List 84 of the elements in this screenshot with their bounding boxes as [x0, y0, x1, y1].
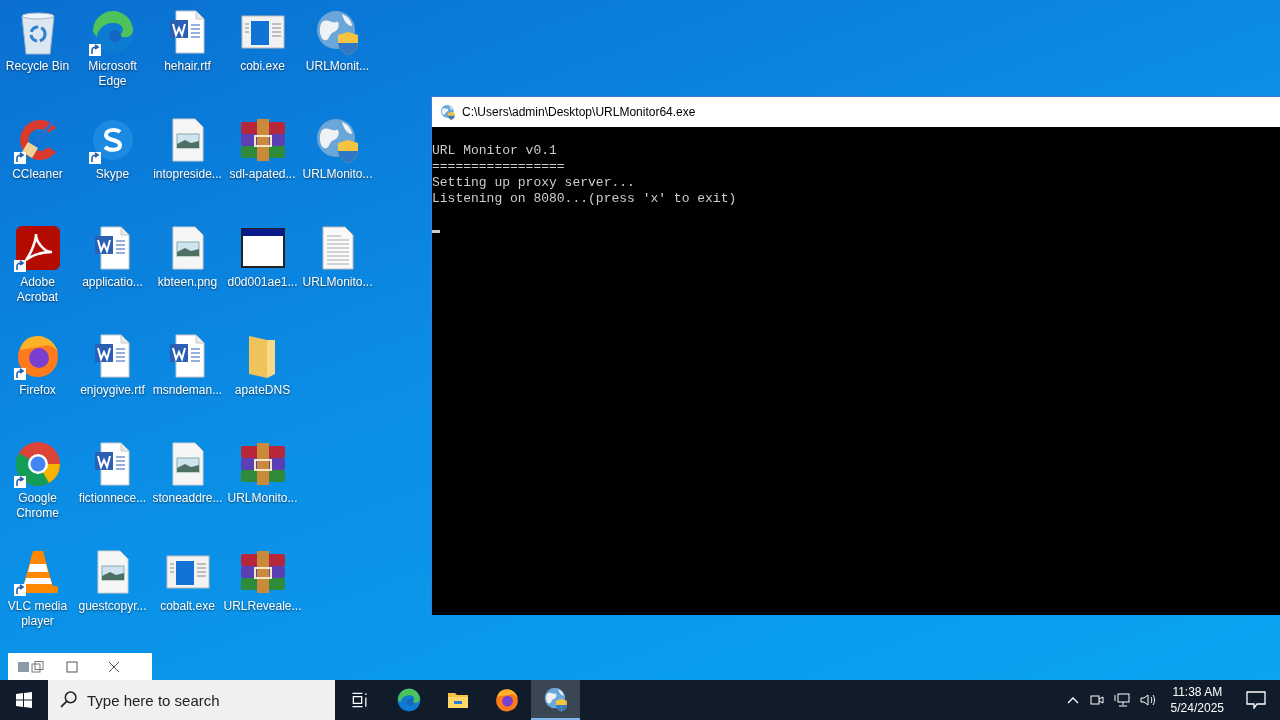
console-line: URL Monitor v0.1: [432, 143, 557, 159]
pdf-reader-icon: [13, 224, 62, 272]
search-field[interactable]: Type here to search: [48, 680, 335, 720]
window-thumbnail-icon: [18, 660, 44, 673]
icon-label: fictionnece...: [77, 491, 148, 506]
desktop-icon[interactable]: fictionnece...: [75, 434, 150, 542]
icon-label: Firefox: [18, 383, 57, 398]
firefox-icon: [493, 687, 520, 713]
desktop-icon[interactable]: cobi.exe: [225, 2, 300, 110]
desktop-icon[interactable]: sdl-apated...: [225, 110, 300, 218]
icon-label: Microsoft Edge: [87, 59, 138, 89]
clock[interactable]: 11:38 AM 5/24/2025: [1162, 684, 1232, 716]
icon-label: hehair.rtf: [163, 59, 212, 74]
console-line: =================: [432, 159, 565, 175]
icon-label: cobalt.exe: [159, 599, 216, 614]
icon-label: URLReveale...: [222, 599, 303, 614]
desktop-icon[interactable]: URLReveale...: [225, 542, 300, 650]
icon-label: guestcopyr...: [77, 599, 148, 614]
desktop-icon[interactable]: kbteen.png: [150, 218, 225, 326]
desktop-icon[interactable]: cobalt.exe: [150, 542, 225, 650]
icon-label: URLMonito...: [301, 275, 374, 290]
desktop-icon[interactable]: Google Chrome: [0, 434, 75, 542]
search-icon: [60, 691, 77, 708]
windows-logo-icon: [16, 692, 32, 708]
icon-label: stoneaddre...: [151, 491, 224, 506]
desktop-icon[interactable]: Firefox: [0, 326, 75, 434]
desktop-icon[interactable]: apateDNS: [225, 326, 300, 434]
chevron-up-icon[interactable]: [1066, 696, 1079, 704]
icon-label: URLMonito...: [301, 167, 374, 182]
notifications-icon[interactable]: [1246, 691, 1266, 709]
desktop-icon[interactable]: applicatio...: [75, 218, 150, 326]
icon-label: Google Chrome: [15, 491, 60, 521]
desktop-icon[interactable]: Microsoft Edge: [75, 2, 150, 110]
taskbar-button[interactable]: [531, 680, 580, 720]
desktop-icon[interactable]: CCleaner: [0, 110, 75, 218]
desktop-icon[interactable]: URLMonito...: [300, 218, 375, 326]
icon-label: sdl-apated...: [228, 167, 297, 182]
desktop-icon[interactable]: msndeman...: [150, 326, 225, 434]
desktop-icon[interactable]: intopreside...: [150, 110, 225, 218]
icon-label: CCleaner: [11, 167, 64, 182]
window-title: C:\Users\admin\Desktop\URLMonitor64.exe: [462, 104, 696, 121]
maximize-icon[interactable]: [66, 660, 78, 673]
icon-label: URLMonit...: [304, 59, 371, 74]
desktop-icon[interactable]: URLMonit...: [300, 2, 375, 110]
icon-label: VLC media player: [6, 599, 69, 629]
icon-label: cobi.exe: [239, 59, 286, 74]
close-icon[interactable]: [108, 660, 120, 673]
icon-label: Recycle Bin: [4, 59, 71, 74]
clock-date: 5/24/2025: [1170, 700, 1224, 716]
icon-label: applicatio...: [81, 275, 144, 290]
icon-label: URLMonito...: [226, 491, 299, 506]
edge-browser-icon: [395, 687, 422, 713]
icon-label: msndeman...: [151, 383, 224, 398]
chrome-icon: [13, 440, 62, 488]
icon-label: enjoygive.rtf: [79, 383, 146, 398]
desktop-icon[interactable]: guestcopyr...: [75, 542, 150, 650]
network-icon[interactable]: [1113, 693, 1130, 707]
desktop-icon[interactable]: URLMonito...: [300, 110, 375, 218]
desktop-icon[interactable]: URLMonito...: [225, 434, 300, 542]
icon-label: Skype: [94, 167, 131, 182]
archive-books-icon: [238, 548, 287, 596]
icon-label: kbteen.png: [156, 275, 219, 290]
speaker-icon[interactable]: [1139, 693, 1158, 707]
desktop-icon[interactable]: Skype: [75, 110, 150, 218]
archive-books-icon: [238, 440, 287, 488]
desktop-icon[interactable]: enjoygive.rtf: [75, 326, 150, 434]
desktop-icon[interactable]: Recycle Bin: [0, 2, 75, 110]
camera-icon[interactable]: [1089, 693, 1104, 707]
icon-label: intopreside...: [152, 167, 223, 182]
desktop-icon[interactable]: hehair.rtf: [150, 2, 225, 110]
globe-shield-icon: [440, 104, 456, 120]
desktop-icon[interactable]: stoneaddre...: [150, 434, 225, 542]
desktop-icon[interactable]: VLC media player: [0, 542, 75, 650]
desktop-icon[interactable]: d0d001ae1...: [225, 218, 300, 326]
archive-books-icon: [238, 116, 287, 164]
clock-time: 11:38 AM: [1172, 684, 1223, 700]
icon-label: d0d001ae1...: [226, 275, 299, 290]
icon-label: apateDNS: [233, 383, 292, 398]
text-cursor: [432, 230, 440, 233]
desktop-icon[interactable]: Adobe Acrobat: [0, 218, 75, 326]
icon-label: Adobe Acrobat: [15, 275, 60, 305]
globe-shield-icon: [542, 686, 569, 712]
console-line: Listening on 8080...(press 'x' to exit): [432, 191, 737, 207]
console-line: Setting up proxy server...: [432, 175, 635, 191]
